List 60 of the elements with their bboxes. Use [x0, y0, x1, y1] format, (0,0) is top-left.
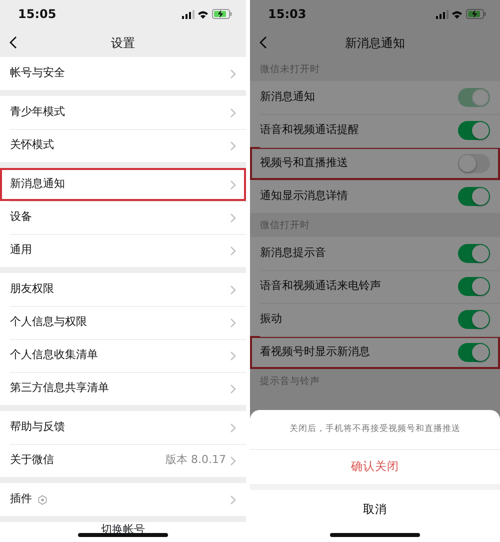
row-label: 帮助与反馈	[10, 419, 65, 436]
toggle-switch[interactable]	[458, 343, 490, 362]
row-label: 视频号和直播推送	[260, 155, 348, 172]
chevron-icon	[230, 284, 236, 294]
row-label: 通用	[10, 242, 32, 258]
chevron-icon	[230, 180, 236, 190]
section-header: 微信未打开时	[260, 64, 320, 75]
row-value: 版本 8.0.17	[166, 452, 226, 468]
chevron-icon	[230, 456, 236, 466]
row-label: 设备	[10, 209, 32, 226]
row-label: 新消息通知	[260, 89, 315, 106]
row-label: 插件	[10, 491, 32, 508]
chevron-icon	[230, 494, 236, 504]
row-label: 新消息提示音	[260, 245, 326, 262]
chevron-icon	[230, 246, 236, 256]
signal-icon	[436, 10, 448, 18]
status-time: 15:05	[18, 6, 56, 23]
chevron-icon	[230, 422, 236, 432]
battery-charging-icon	[466, 9, 486, 19]
toggle-switch[interactable]	[458, 154, 490, 173]
toggle-switch[interactable]	[458, 121, 490, 140]
chevron-icon	[230, 384, 236, 394]
toggle-switch[interactable]	[458, 187, 490, 206]
battery-charging-icon	[212, 9, 232, 19]
row-label: 关怀模式	[10, 137, 54, 154]
row-label: 个人信息与权限	[10, 314, 87, 330]
section-header: 微信打开时	[260, 220, 310, 231]
row-label: 新消息通知	[10, 176, 65, 192]
row-label: 青少年模式	[10, 104, 65, 120]
row-label: 通知显示消息详情	[260, 188, 348, 204]
settings-row[interactable]: 新消息通知	[0, 168, 246, 201]
wifi-icon	[451, 10, 464, 18]
confirm-close-button[interactable]: 确认关闭	[250, 450, 500, 484]
row-label: 看视频号时显示新消息	[260, 344, 370, 360]
row-label: 第三方信息共享清单	[10, 380, 109, 396]
row-label: 语音和视频通话提醒	[260, 122, 359, 138]
row-label: 帐号与安全	[10, 65, 65, 82]
cancel-button[interactable]: 取消	[250, 490, 500, 542]
toggle-switch[interactable]	[458, 310, 490, 329]
sheet-message: 关闭后，手机将不再接受视频号和直播推送	[290, 423, 460, 436]
status-time: 15:03	[268, 6, 306, 23]
screen-title: 新消息通知	[345, 34, 405, 52]
section-header: 提示音与铃声	[260, 376, 320, 387]
signal-icon	[182, 10, 194, 18]
wifi-icon	[197, 10, 210, 18]
chevron-icon	[230, 350, 236, 360]
toggle-switch[interactable]	[458, 244, 490, 263]
chevron-icon	[230, 108, 236, 118]
chevron-icon	[230, 68, 236, 78]
toggle-switch[interactable]	[458, 277, 490, 296]
row-label: 关于微信	[10, 452, 54, 468]
chevron-icon	[230, 212, 236, 222]
row-label: 语音和视频通话来电铃声	[260, 278, 381, 294]
row-label: 个人信息收集清单	[10, 347, 98, 364]
back-icon[interactable]	[9, 36, 17, 49]
screen-title: 设置	[111, 34, 135, 52]
chevron-icon	[230, 318, 236, 328]
row-label: 振动	[260, 311, 282, 328]
row-label: 朋友权限	[10, 281, 54, 298]
chevron-icon	[230, 140, 236, 150]
